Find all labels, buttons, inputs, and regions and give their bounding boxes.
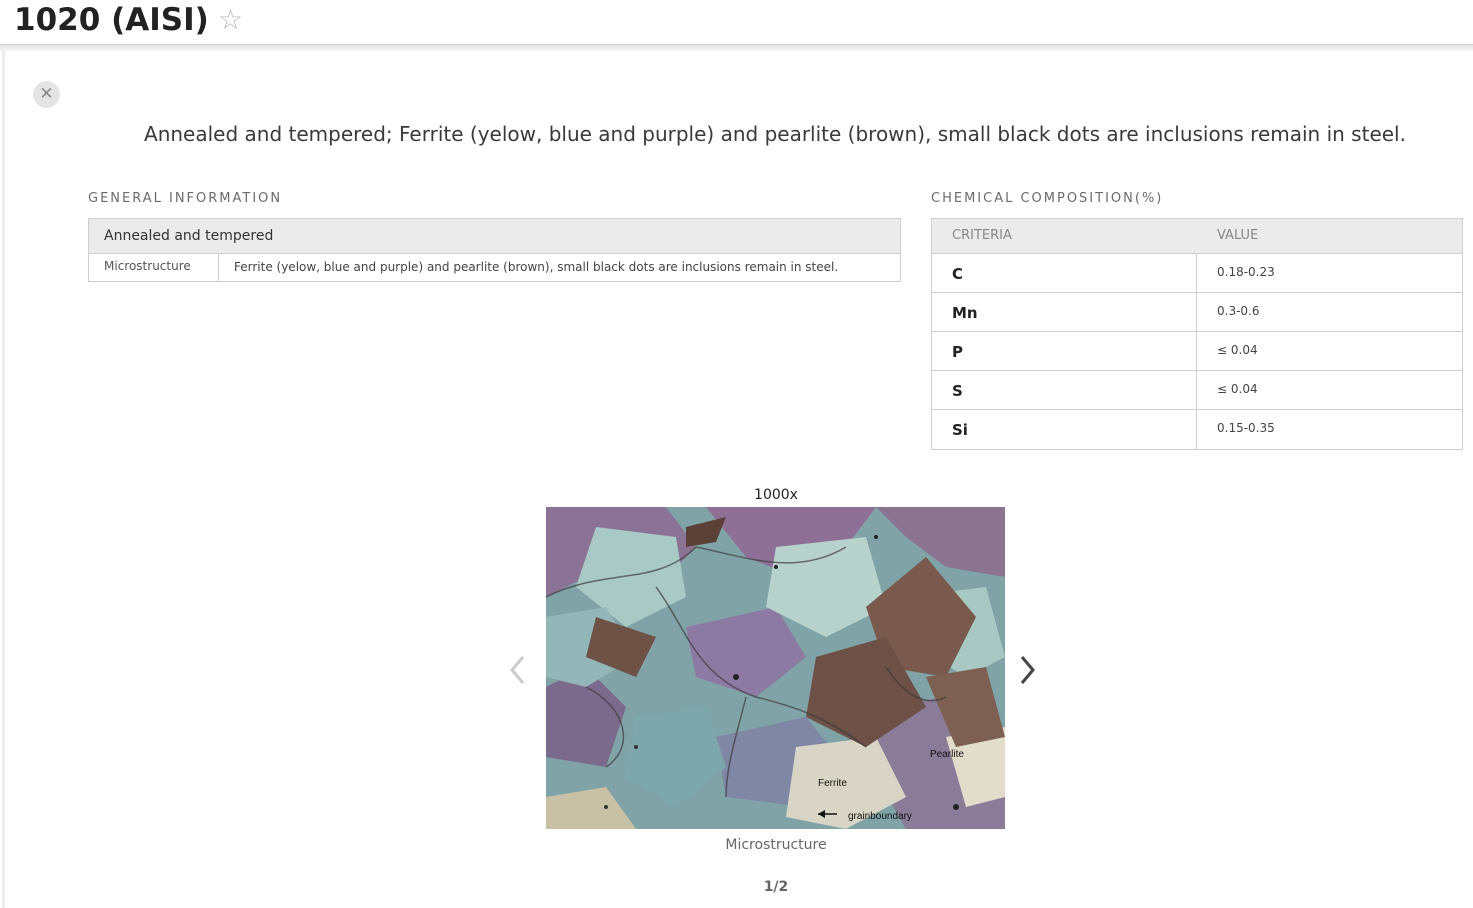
chevron-right-icon — [1020, 656, 1035, 684]
table-row: Mn 0.3-0.6 — [932, 293, 1462, 332]
page-title: 1020 (AISI) — [14, 2, 209, 38]
column-header-criteria: CRITERIA — [952, 228, 1012, 243]
panel-headline: Annealed and tempered; Ferrite (yelow, b… — [144, 122, 1406, 146]
value-cell: 0.3-0.6 — [1217, 304, 1260, 318]
close-button[interactable]: ✕ — [33, 81, 60, 108]
image-caption: Microstructure — [725, 837, 827, 853]
chemical-composition-label: CHEMICAL COMPOSITION(%) — [931, 191, 1164, 206]
value-cell: 0.15-0.35 — [1217, 421, 1275, 435]
pearlite-label: Pearlite — [930, 749, 964, 760]
value-cell: ≤ 0.04 — [1217, 382, 1258, 396]
header-bar: 1020 (AISI) ☆ — [0, 0, 1473, 45]
chevron-left-icon — [510, 656, 525, 684]
table-row: C 0.18-0.23 — [932, 254, 1462, 293]
star-icon[interactable]: ☆ — [218, 4, 243, 36]
table-header: CRITERIA VALUE — [932, 219, 1462, 254]
close-icon: ✕ — [39, 84, 54, 104]
value-cell: ≤ 0.04 — [1217, 343, 1258, 357]
magnification-label: 1000x — [754, 487, 798, 503]
table-row: Si 0.15-0.35 — [932, 410, 1462, 449]
chemical-composition-table: CRITERIA VALUE C 0.18-0.23 Mn 0.3-0.6 P … — [931, 218, 1463, 450]
table-row: S ≤ 0.04 — [932, 371, 1462, 410]
previous-image-button[interactable] — [508, 654, 528, 690]
general-info-label: GENERAL INFORMATION — [88, 191, 283, 206]
general-info-heading: Annealed and tempered — [89, 219, 900, 254]
value-cell: 0.18-0.23 — [1217, 265, 1275, 279]
row-value: Ferrite (yelow, blue and purple) and pea… — [234, 260, 839, 274]
table-row: P ≤ 0.04 — [932, 332, 1462, 371]
next-image-button[interactable] — [1018, 654, 1038, 690]
criteria-cell: Mn — [932, 293, 1197, 331]
image-pager: 1/2 — [763, 879, 789, 895]
criteria-cell: C — [932, 254, 1197, 292]
microstructure-image: Pearlite Ferrite grainboundary — [546, 507, 1005, 829]
general-info-table: Annealed and tempered Microstructure Fer… — [88, 218, 901, 282]
ferrite-label: Ferrite — [818, 778, 847, 789]
table-row: Microstructure Ferrite (yelow, blue and … — [89, 254, 900, 281]
column-header-value: VALUE — [1217, 228, 1259, 243]
criteria-cell: P — [932, 332, 1197, 370]
criteria-cell: Si — [932, 410, 1197, 449]
row-key: Microstructure — [89, 254, 219, 281]
criteria-cell: S — [932, 371, 1197, 409]
grainboundary-label: grainboundary — [848, 811, 912, 822]
